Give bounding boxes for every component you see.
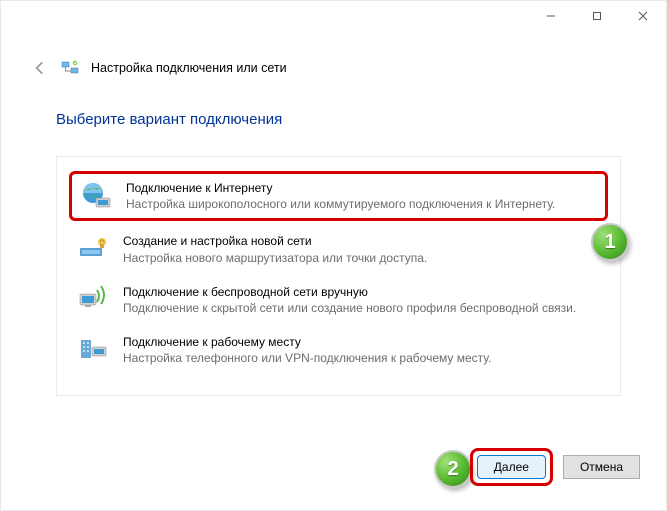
minimize-icon xyxy=(545,10,557,22)
option-title: Подключение к рабочему месту xyxy=(123,334,600,350)
wireless-icon xyxy=(77,284,109,316)
workplace-icon xyxy=(77,334,109,366)
option-text: Создание и настройка новой сети Настройк… xyxy=(123,233,600,265)
option-desc: Настройка широкополосного или коммутируе… xyxy=(126,196,597,212)
back-button[interactable] xyxy=(31,59,49,77)
header: Настройка подключения или сети xyxy=(31,59,636,77)
back-arrow-icon xyxy=(31,59,49,77)
option-desc: Настройка нового маршрутизатора или точк… xyxy=(123,250,600,266)
globe-icon xyxy=(80,180,112,212)
titlebar xyxy=(1,1,666,31)
wizard-window: Настройка подключения или сети Выберите … xyxy=(0,0,667,511)
next-button[interactable]: Далее xyxy=(477,455,546,479)
option-text: Подключение к рабочему месту Настройка т… xyxy=(123,334,600,366)
option-title: Подключение к Интернету xyxy=(126,180,597,196)
cancel-button[interactable]: Отмена xyxy=(563,455,640,479)
option-title: Создание и настройка новой сети xyxy=(123,233,600,249)
header-title: Настройка подключения или сети xyxy=(91,61,287,75)
option-desc: Подключение к скрытой сети или создание … xyxy=(123,300,600,316)
next-button-highlight: Далее xyxy=(470,448,553,486)
option-title: Подключение к беспроводной сети вручную xyxy=(123,284,600,300)
network-setup-icon xyxy=(61,59,79,77)
option-text: Подключение к беспроводной сети вручную … xyxy=(123,284,600,316)
step-badge-2: 2 xyxy=(434,450,472,488)
option-desc: Настройка телефонного или VPN-подключени… xyxy=(123,350,600,366)
step-badge-1: 1 xyxy=(591,223,629,261)
option-create-network[interactable]: Создание и настройка новой сети Настройк… xyxy=(69,227,608,271)
option-internet[interactable]: Подключение к Интернету Настройка широко… xyxy=(69,171,608,221)
router-icon xyxy=(77,233,109,265)
button-row: Далее Отмена xyxy=(470,448,640,486)
minimize-button[interactable] xyxy=(528,1,574,31)
close-icon xyxy=(637,10,649,22)
maximize-icon xyxy=(591,10,603,22)
connection-options: Подключение к Интернету Настройка широко… xyxy=(56,156,621,396)
option-manual-wireless[interactable]: Подключение к беспроводной сети вручную … xyxy=(69,278,608,322)
option-workplace[interactable]: Подключение к рабочему месту Настройка т… xyxy=(69,328,608,372)
page-heading: Выберите вариант подключения xyxy=(56,111,282,128)
maximize-button[interactable] xyxy=(574,1,620,31)
close-button[interactable] xyxy=(620,1,666,31)
option-text: Подключение к Интернету Настройка широко… xyxy=(126,180,597,212)
